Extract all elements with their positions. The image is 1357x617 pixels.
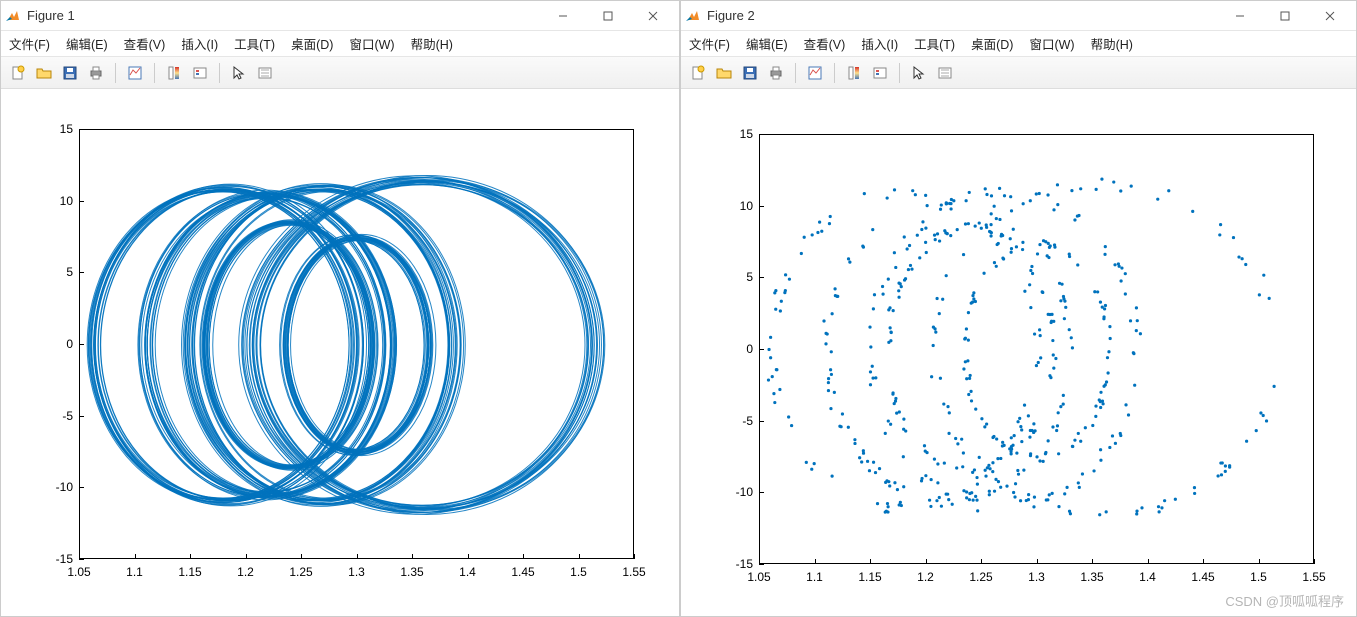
menu-file[interactable]: 文件(F) xyxy=(685,32,734,55)
y-tick-label: 5 xyxy=(719,270,753,284)
x-tick-label: 1.45 xyxy=(511,565,534,579)
minimize-button[interactable] xyxy=(540,2,585,30)
x-tick-label: 1.4 xyxy=(1139,570,1156,584)
y-tick-label: -5 xyxy=(39,409,73,423)
x-tick-label: 1.15 xyxy=(178,565,201,579)
x-tick-label: 1.05 xyxy=(747,570,770,584)
y-tick-label: 5 xyxy=(39,265,73,279)
cursor-icon[interactable] xyxy=(228,62,250,84)
menubar-2: 文件(F) 编辑(E) 查看(V) 插入(I) 工具(T) 桌面(D) 窗口(W… xyxy=(681,31,1356,57)
toolbar-separator xyxy=(795,63,796,83)
close-button[interactable] xyxy=(630,2,675,30)
menu-view[interactable]: 查看(V) xyxy=(120,32,170,55)
open-folder-icon[interactable] xyxy=(713,62,735,84)
toolbar-separator xyxy=(834,63,835,83)
titlebar-2[interactable]: Figure 2 xyxy=(681,1,1356,31)
figure-title: Figure 1 xyxy=(27,8,75,23)
menu-insert[interactable]: 插入(I) xyxy=(857,32,902,55)
minimize-button[interactable] xyxy=(1217,2,1262,30)
x-tick-label: 1.55 xyxy=(1302,570,1325,584)
x-tick-label: 1.4 xyxy=(459,565,476,579)
watermark: CSDN @顶呱呱程序 xyxy=(1225,591,1344,610)
close-button[interactable] xyxy=(1307,2,1352,30)
y-tick-label: 15 xyxy=(719,127,753,141)
x-tick-label: 1.1 xyxy=(126,565,143,579)
x-tick-label: 1.25 xyxy=(969,570,992,584)
menu-edit[interactable]: 编辑(E) xyxy=(742,32,792,55)
y-tick-label: -15 xyxy=(719,557,753,571)
save-icon[interactable] xyxy=(59,62,81,84)
menu-edit[interactable]: 编辑(E) xyxy=(62,32,112,55)
save-icon[interactable] xyxy=(739,62,761,84)
menu-window[interactable]: 窗口(W) xyxy=(1025,32,1078,55)
toolbar-separator xyxy=(154,63,155,83)
x-tick-label: 1.25 xyxy=(289,565,312,579)
colorbar-icon[interactable] xyxy=(843,62,865,84)
x-tick-label: 1.2 xyxy=(237,565,254,579)
x-tick-label: 1.35 xyxy=(1080,570,1103,584)
x-tick-label: 1.05 xyxy=(67,565,90,579)
x-tick-label: 1.5 xyxy=(1250,570,1267,584)
new-file-icon[interactable] xyxy=(7,62,29,84)
plot-area-2[interactable]: CSDN @顶呱呱程序 -15 -10 -5 0 5 10 15 1.05 1.1 1.15 1.2… xyxy=(681,89,1356,616)
colorbar-icon[interactable] xyxy=(163,62,185,84)
x-tick-label: 1.35 xyxy=(400,565,423,579)
menu-file[interactable]: 文件(F) xyxy=(5,32,54,55)
x-tick-label: 1.1 xyxy=(806,570,823,584)
y-tick-label: 0 xyxy=(719,342,753,356)
menu-tools[interactable]: 工具(T) xyxy=(910,32,959,55)
menu-window[interactable]: 窗口(W) xyxy=(345,32,398,55)
x-tick-label: 1.5 xyxy=(570,565,587,579)
axes-1[interactable] xyxy=(79,129,634,559)
matlab-logo-icon xyxy=(5,8,21,24)
x-tick-label: 1.2 xyxy=(917,570,934,584)
legend-icon[interactable] xyxy=(869,62,891,84)
x-tick-label: 1.55 xyxy=(622,565,645,579)
x-tick-label: 1.3 xyxy=(1028,570,1045,584)
titlebar-1[interactable]: Figure 1 xyxy=(1,1,679,31)
cursor-icon[interactable] xyxy=(908,62,930,84)
maximize-button[interactable] xyxy=(585,2,630,30)
menubar-1: 文件(F) 编辑(E) 查看(V) 插入(I) 工具(T) 桌面(D) 窗口(W… xyxy=(1,31,679,57)
axes-2[interactable] xyxy=(759,134,1314,564)
legend-icon[interactable] xyxy=(189,62,211,84)
figure-window-2: Figure 2 文件(F) 编辑(E) 查看(V) 插入(I) 工具(T) 桌… xyxy=(680,0,1357,617)
y-tick-label: -10 xyxy=(39,480,73,494)
menu-insert[interactable]: 插入(I) xyxy=(177,32,222,55)
menu-desktop[interactable]: 桌面(D) xyxy=(967,32,1017,55)
toolbar-2 xyxy=(681,57,1356,89)
toolbar-separator xyxy=(219,63,220,83)
x-tick-label: 1.15 xyxy=(858,570,881,584)
menu-desktop[interactable]: 桌面(D) xyxy=(287,32,337,55)
toolbar-separator xyxy=(899,63,900,83)
open-folder-icon[interactable] xyxy=(33,62,55,84)
y-tick-label: -10 xyxy=(719,485,753,499)
menu-tools[interactable]: 工具(T) xyxy=(230,32,279,55)
y-tick-label: 10 xyxy=(719,199,753,213)
y-tick-label: 0 xyxy=(39,337,73,351)
datatip-icon[interactable] xyxy=(254,62,276,84)
menu-view[interactable]: 查看(V) xyxy=(800,32,850,55)
print-icon[interactable] xyxy=(765,62,787,84)
plot-area-1[interactable]: -15 -10 -5 0 5 10 15 1.05 1.1 1.15 1.2 1.25 1.3 1.35 1… xyxy=(1,89,679,616)
print-icon[interactable] xyxy=(85,62,107,84)
y-tick-label: 10 xyxy=(39,194,73,208)
toolbar-1 xyxy=(1,57,679,89)
y-tick-label: -15 xyxy=(39,552,73,566)
y-tick-label: 15 xyxy=(39,122,73,136)
datatip-icon[interactable] xyxy=(934,62,956,84)
menu-help[interactable]: 帮助(H) xyxy=(407,32,457,55)
x-tick-label: 1.3 xyxy=(348,565,365,579)
link-plot-icon[interactable] xyxy=(804,62,826,84)
x-tick-label: 1.45 xyxy=(1191,570,1214,584)
toolbar-separator xyxy=(115,63,116,83)
matlab-logo-icon xyxy=(685,8,701,24)
figure-window-1: Figure 1 文件(F) 编辑(E) 查看(V) 插入(I) 工具(T) 桌… xyxy=(0,0,680,617)
y-tick-label: -5 xyxy=(719,414,753,428)
figure-title: Figure 2 xyxy=(707,8,755,23)
menu-help[interactable]: 帮助(H) xyxy=(1087,32,1137,55)
link-plot-icon[interactable] xyxy=(124,62,146,84)
new-file-icon[interactable] xyxy=(687,62,709,84)
maximize-button[interactable] xyxy=(1262,2,1307,30)
